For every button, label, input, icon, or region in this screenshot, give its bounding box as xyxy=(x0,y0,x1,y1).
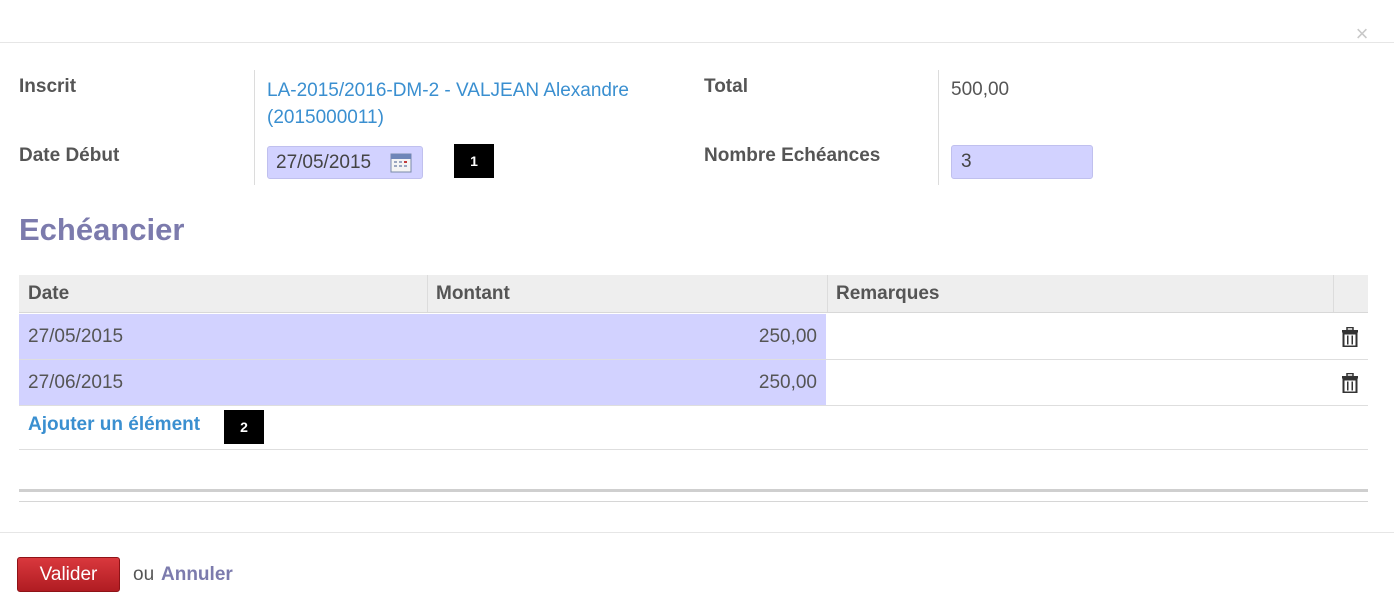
label-separator xyxy=(938,70,939,185)
row-date: 27/06/2015 xyxy=(28,372,124,393)
column-header-montant[interactable]: Montant xyxy=(427,275,827,312)
valider-button[interactable]: Valider xyxy=(17,557,120,592)
annuler-link[interactable]: Annuler xyxy=(161,564,233,586)
inscrit-label: Inscrit xyxy=(19,76,77,97)
row-date: 27/05/2015 xyxy=(28,326,124,347)
trash-icon[interactable] xyxy=(1341,373,1359,393)
date-debut-label: Date Début xyxy=(19,145,120,166)
table-row[interactable]: 27/06/2015 250,00 xyxy=(19,360,1368,406)
trash-icon[interactable] xyxy=(1341,327,1359,347)
inscrit-link-line2: (2015000011) xyxy=(267,107,384,128)
callout-marker-2: 2 xyxy=(224,410,264,444)
total-value: 500,00 xyxy=(951,79,1010,100)
close-icon[interactable]: × xyxy=(1352,22,1372,46)
or-text: ou xyxy=(133,564,155,585)
row-montant: 250,00 xyxy=(758,326,817,347)
section-title: Echéancier xyxy=(19,212,185,247)
label-separator xyxy=(254,70,255,185)
table-footer-bar xyxy=(19,489,1368,492)
calendar-icon[interactable] xyxy=(390,151,412,173)
table-divider xyxy=(19,449,1368,450)
inscrit-link[interactable]: LA-2015/2016-DM-2 - VALJEAN Alexandre (2… xyxy=(267,77,677,131)
header-divider xyxy=(0,42,1394,43)
table-footer-line xyxy=(19,501,1368,502)
inscrit-link-line1: LA-2015/2016-DM-2 - VALJEAN Alexandre xyxy=(267,80,629,101)
nombre-echeances-label: Nombre Echéances xyxy=(704,145,881,166)
total-label: Total xyxy=(704,76,748,97)
column-header-remarques[interactable]: Remarques xyxy=(827,275,1333,312)
footer-divider xyxy=(0,532,1394,533)
table-header: Date Montant Remarques xyxy=(19,275,1368,313)
nombre-echeances-field[interactable]: 3 xyxy=(951,145,1093,179)
row-montant: 250,00 xyxy=(758,372,817,393)
column-header-date[interactable]: Date xyxy=(19,275,427,312)
column-divider xyxy=(1333,275,1334,312)
add-item-link[interactable]: Ajouter un élément xyxy=(28,414,200,436)
table-row[interactable]: 27/05/2015 250,00 xyxy=(19,314,1368,360)
callout-marker-1: 1 xyxy=(454,144,494,178)
